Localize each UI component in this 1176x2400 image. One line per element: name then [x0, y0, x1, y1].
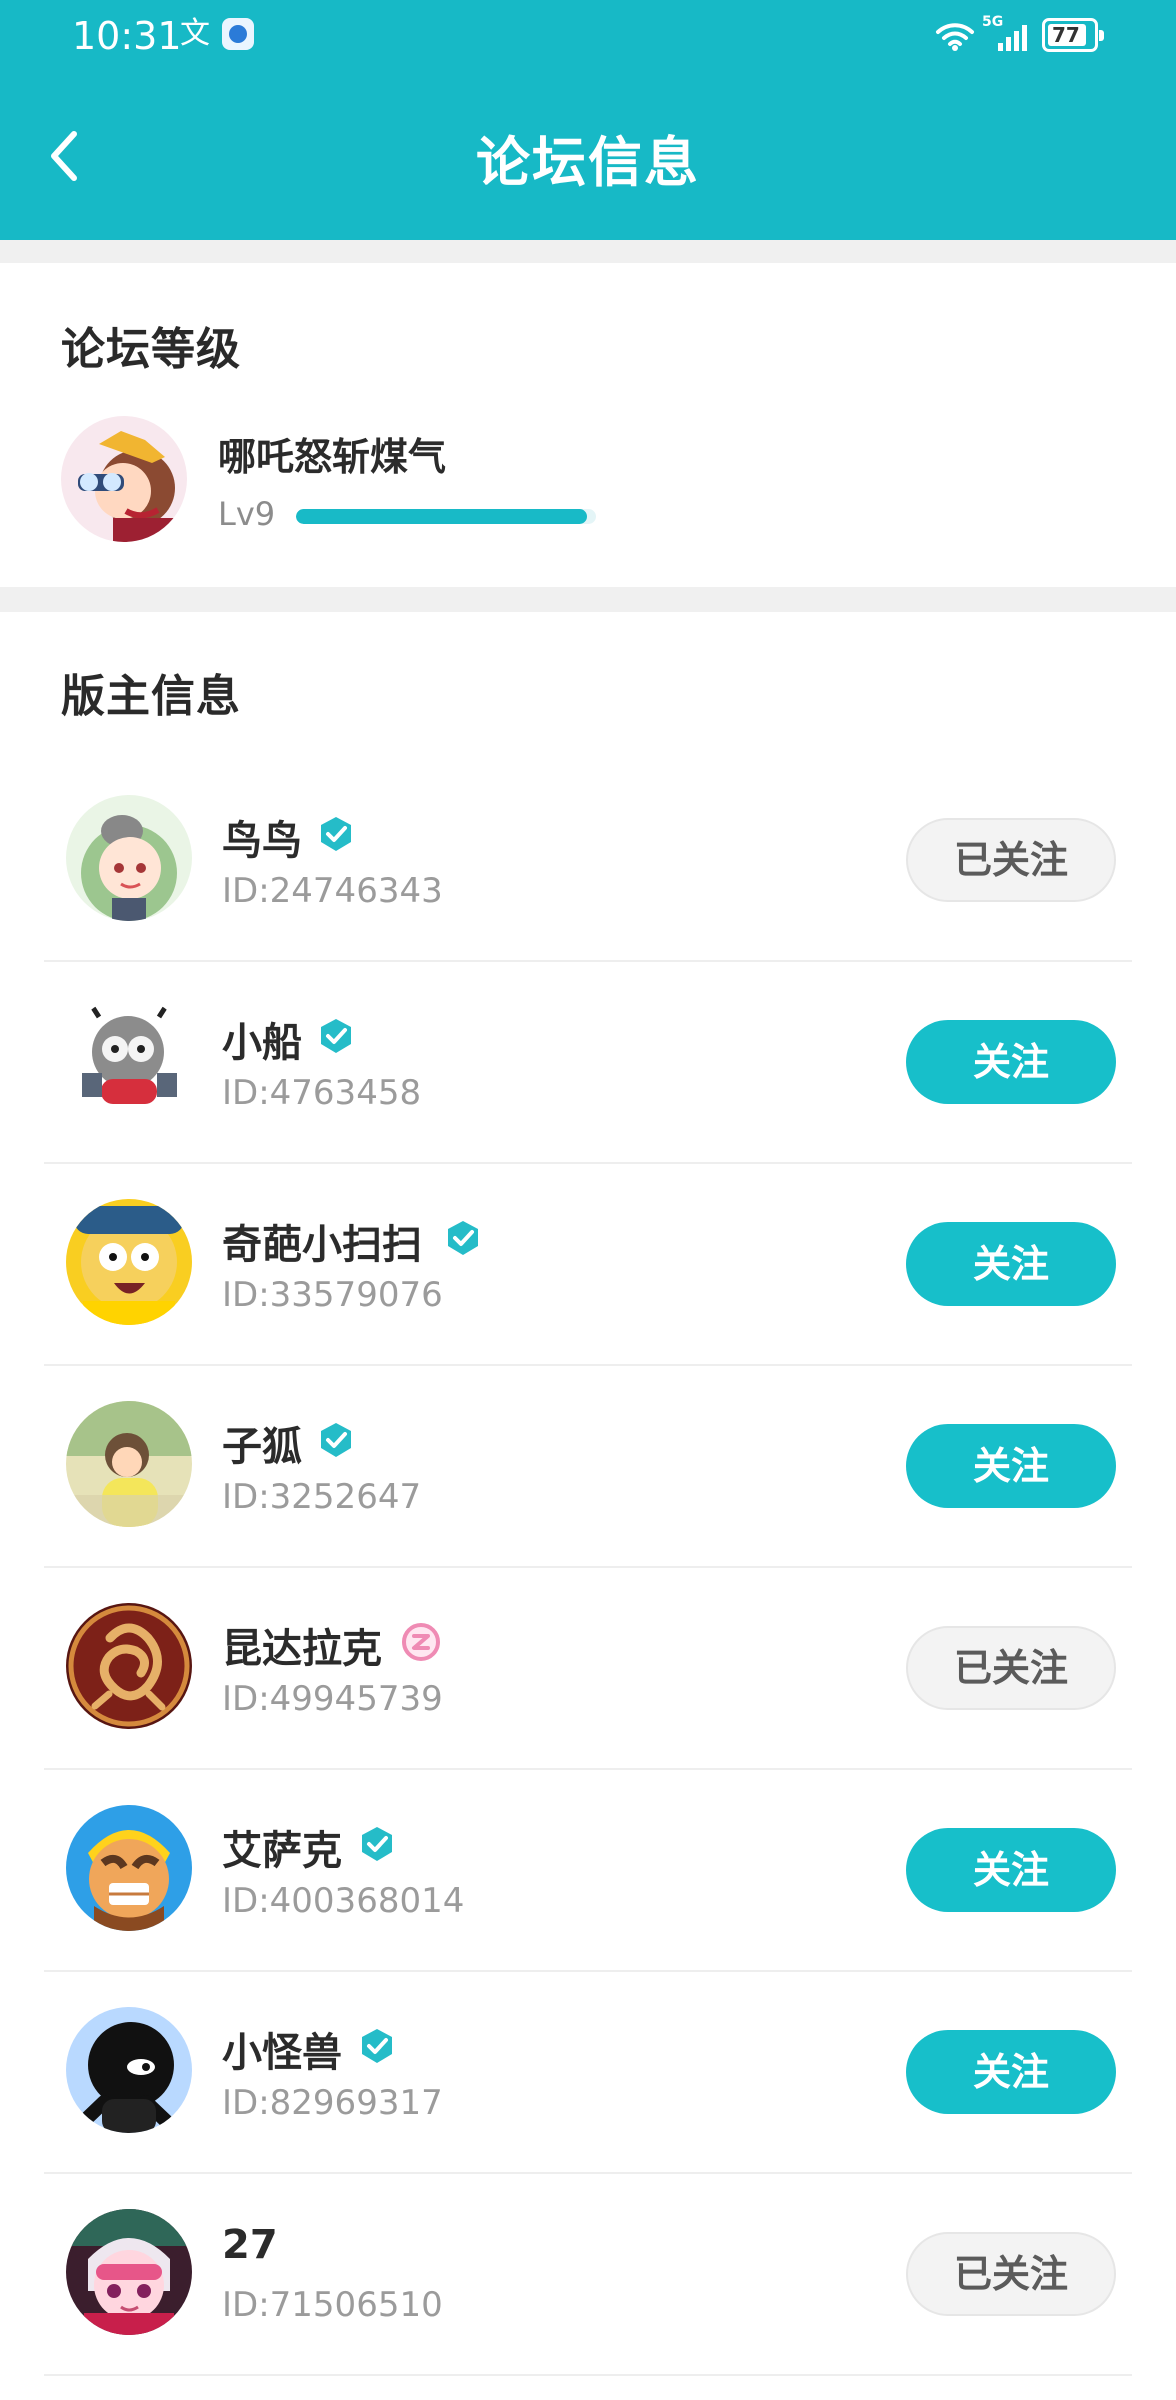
moderator-avatar[interactable] — [66, 1401, 192, 1527]
moderator-name: 艾萨克 — [222, 1828, 342, 1874]
moderator-id: ID:24746343 — [222, 871, 443, 911]
moderator-row: 奇葩小扫扫 ID:33579076 关注 — [0, 1164, 1176, 1366]
following-button[interactable]: 已关注 — [906, 1626, 1116, 1710]
moderator-row: 27 ID:71506510 已关注 — [0, 2174, 1176, 2376]
status-bar: 10:31 文 5G 77 — [0, 0, 1176, 72]
follow-button[interactable]: 关注 — [906, 1222, 1116, 1306]
app-notification-icon — [222, 18, 254, 50]
moderator-name: 小怪兽 — [222, 2030, 342, 2076]
status-time: 10:31 — [72, 14, 182, 58]
user-avatar[interactable] — [61, 416, 187, 542]
verified-check-icon — [362, 2029, 392, 2063]
header-bar: 10:31 文 5G 77 论坛信息 — [0, 0, 1176, 240]
level-label: Lv9 — [218, 495, 276, 533]
level-progress-fill — [296, 509, 587, 524]
moderator-avatar[interactable] — [66, 1199, 192, 1325]
user-name: 哪吒怒斩煤气 — [218, 435, 447, 479]
moderator-name: 奇葩小扫扫 — [222, 1222, 422, 1268]
moderator-info-title: 版主信息 — [61, 671, 241, 722]
verified-check-icon — [362, 1827, 392, 1861]
moderator-name: 小船 — [222, 1020, 302, 1066]
moderator-row: 小怪兽 ID:82969317 关注 — [0, 1972, 1176, 2174]
moderator-avatar[interactable] — [66, 795, 192, 921]
moderator-id: ID:49945739 — [222, 1679, 443, 1719]
moderator-id: ID:33579076 — [222, 1275, 443, 1315]
moderator-id: ID:3252647 — [222, 1477, 422, 1517]
verified-check-icon — [448, 1221, 478, 1255]
moderator-avatar[interactable] — [66, 997, 192, 1123]
moderator-avatar[interactable] — [66, 1603, 192, 1729]
moderator-name: 27 — [222, 2222, 278, 2268]
moderator-name: 昆达拉克 — [222, 1626, 382, 1672]
moderator-name: 鸟鸟 — [222, 818, 302, 864]
page-title: 论坛信息 — [476, 131, 700, 194]
moderator-info-card: 版主信息 鸟鸟 ID:24746343 已关注 小船 ID:4763458 关注… — [0, 612, 1176, 2400]
follow-button[interactable]: 关注 — [906, 1424, 1116, 1508]
battery-level: 77 — [1052, 23, 1080, 47]
verified-check-icon — [321, 817, 351, 851]
moderator-row: 艾萨克 ID:400368014 关注 — [0, 1770, 1176, 1972]
moderator-id: ID:71506510 — [222, 2285, 443, 2325]
follow-button[interactable]: 关注 — [906, 1020, 1116, 1104]
moderator-id: ID:400368014 — [222, 1881, 465, 1921]
row-divider — [44, 2374, 1132, 2376]
moderator-row: 鸟鸟 ID:24746343 已关注 — [0, 760, 1176, 962]
follow-button[interactable]: 关注 — [906, 2030, 1116, 2114]
moderator-id: ID:4763458 — [222, 1073, 422, 1113]
moderator-name: 子狐 — [222, 1424, 302, 1470]
moderator-row: 小船 ID:4763458 关注 — [0, 962, 1176, 1164]
wifi-icon — [936, 23, 974, 51]
battery-icon: 77 — [1042, 18, 1104, 52]
level-progress-bar — [296, 509, 596, 524]
moderator-id: ID:82969317 — [222, 2083, 443, 2123]
forum-level-title: 论坛等级 — [61, 324, 241, 375]
moderator-avatar[interactable] — [66, 2007, 192, 2133]
forum-level-card: 论坛等级 哪吒怒斩煤气 Lv9 — [0, 263, 1176, 587]
pink-badge-icon — [402, 1623, 440, 1661]
verified-check-icon — [321, 1019, 351, 1053]
cellular-signal-icon — [998, 25, 1027, 51]
moderator-avatar[interactable] — [66, 1805, 192, 1931]
following-button[interactable]: 已关注 — [906, 818, 1116, 902]
following-button[interactable]: 已关注 — [906, 2232, 1116, 2316]
moderator-avatar[interactable] — [66, 2209, 192, 2335]
translate-icon: 文 — [180, 16, 210, 51]
verified-check-icon — [321, 1423, 351, 1457]
follow-button[interactable]: 关注 — [906, 1828, 1116, 1912]
moderator-row: 昆达拉克 ID:49945739 已关注 — [0, 1568, 1176, 1770]
moderator-row: 子狐 ID:3252647 关注 — [0, 1366, 1176, 1568]
